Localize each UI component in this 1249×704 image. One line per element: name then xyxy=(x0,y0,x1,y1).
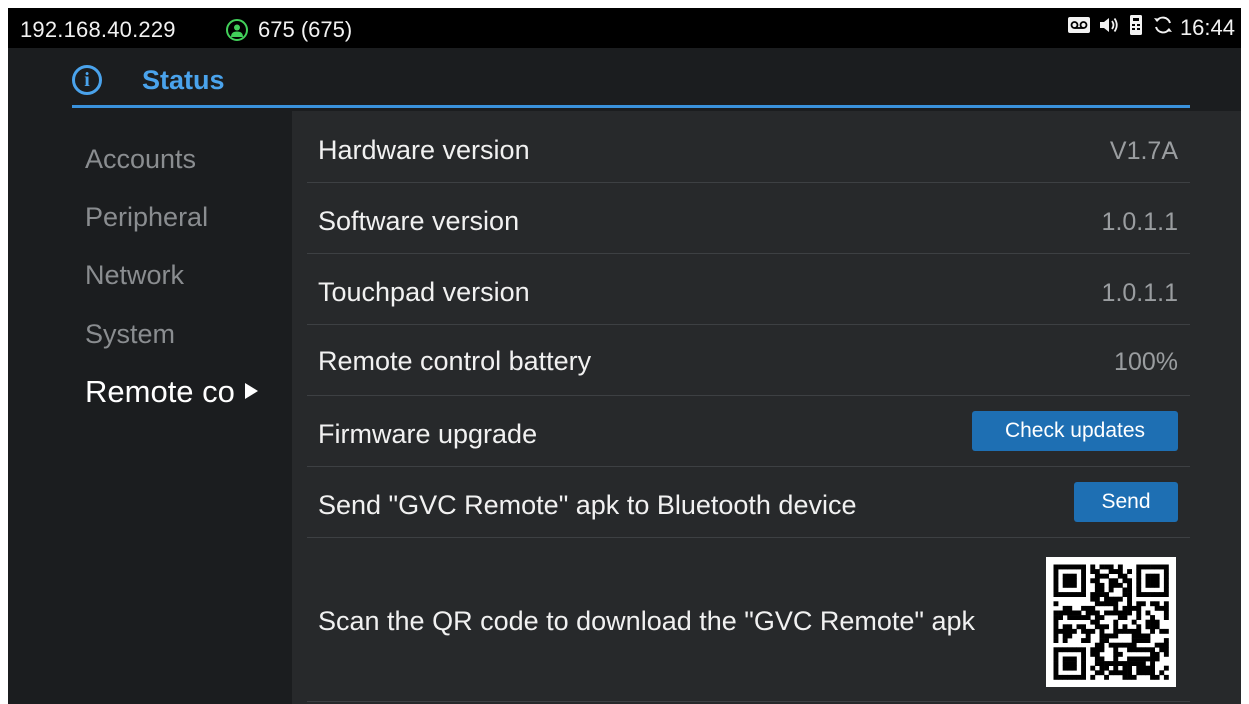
device-screen: 192.168.40.229 675 (675) 16:44 i Status … xyxy=(8,8,1241,704)
row-value: V1.7A xyxy=(1109,137,1178,165)
voicemail-icon xyxy=(1066,15,1092,41)
row-label: Scan the QR code to download the "GVC Re… xyxy=(318,606,976,636)
row-value: 1.0.1.1 xyxy=(1101,208,1178,236)
info-icon: i xyxy=(72,65,102,95)
sync-icon xyxy=(1152,14,1174,42)
sidebar: Accounts Peripheral Network System Remot… xyxy=(8,111,292,704)
row-label: Firmware upgrade xyxy=(318,419,538,449)
row-firmware-upgrade: Firmware upgrade Check updates xyxy=(307,396,1190,467)
row-label: Software version xyxy=(318,206,520,236)
sidebar-item-accounts[interactable]: Accounts xyxy=(85,144,196,175)
row-software-version: Software version 1.0.1.1 xyxy=(307,183,1190,254)
row-value: 100% xyxy=(1114,348,1178,376)
row-value: 1.0.1.1 xyxy=(1101,279,1178,307)
sidebar-item-label: Remote co xyxy=(85,374,235,409)
remote-icon xyxy=(1128,14,1144,42)
settings-panel: Hardware version V1.7A Software version … xyxy=(292,111,1241,704)
row-qr-download: Scan the QR code to download the "GVC Re… xyxy=(307,538,1190,702)
sidebar-item-network[interactable]: Network xyxy=(85,260,184,291)
page-header: i Status xyxy=(72,48,1190,110)
send-button[interactable]: Send xyxy=(1074,482,1178,522)
qr-code xyxy=(1046,557,1176,687)
account-icon xyxy=(226,19,248,41)
header-divider xyxy=(72,105,1190,108)
row-label: Touchpad version xyxy=(318,277,530,307)
check-updates-button[interactable]: Check updates xyxy=(972,411,1178,451)
row-hardware-version: Hardware version V1.7A xyxy=(307,111,1190,183)
system-icons: 16:44 xyxy=(1066,14,1241,42)
sidebar-item-peripheral[interactable]: Peripheral xyxy=(85,202,208,233)
row-label: Send "GVC Remote" apk to Bluetooth devic… xyxy=(318,490,857,520)
clock: 16:44 xyxy=(1179,15,1235,40)
sidebar-item-system[interactable]: System xyxy=(85,319,175,350)
row-remote-control-battery: Remote control battery 100% xyxy=(307,325,1190,396)
ip-address: 192.168.40.229 xyxy=(20,17,176,42)
status-bar: 192.168.40.229 675 (675) 16:44 xyxy=(8,8,1241,48)
row-label: Remote control battery xyxy=(318,346,592,376)
account-status: 675 (675) xyxy=(258,17,353,42)
page-title: Status xyxy=(142,65,225,95)
sidebar-item-remote-control[interactable]: Remote co xyxy=(85,374,258,410)
row-send-apk: Send "GVC Remote" apk to Bluetooth devic… xyxy=(307,467,1190,538)
row-label: Hardware version xyxy=(318,135,530,165)
row-touchpad-version: Touchpad version 1.0.1.1 xyxy=(307,254,1190,325)
volume-icon xyxy=(1098,15,1120,41)
play-arrow-icon xyxy=(244,383,258,399)
